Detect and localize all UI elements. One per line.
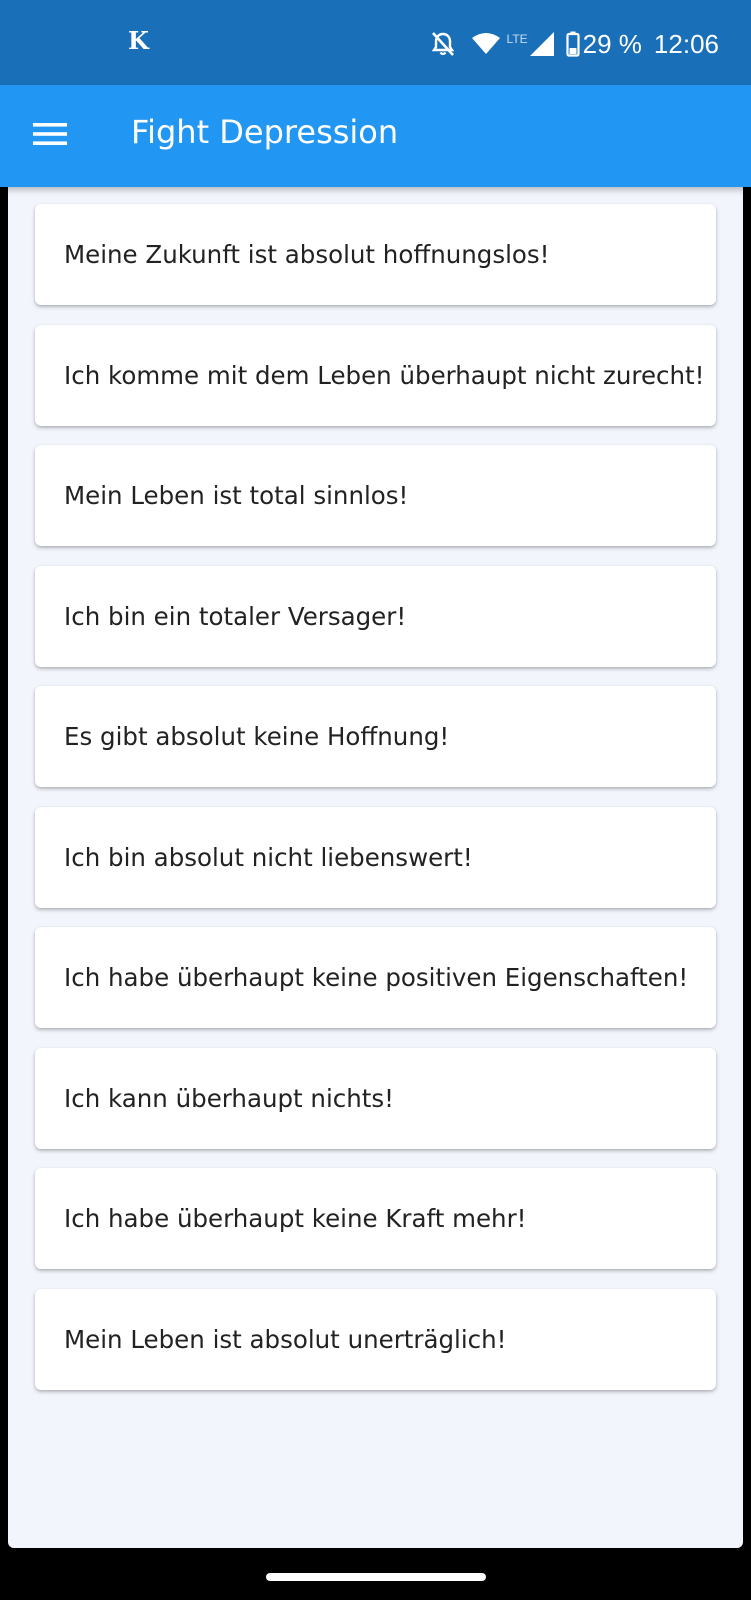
lte-icon: LTE	[506, 32, 528, 46]
hamburger-menu-icon	[33, 121, 67, 151]
status-bar: K LTE 29 % 12:06	[0, 0, 751, 85]
thought-text: Ich habe überhaupt keine positiven Eigen…	[64, 963, 689, 992]
signal-icon	[529, 32, 554, 56]
thought-card[interactable]: Meine Zukunft ist absolut hoffnungslos!	[35, 204, 716, 305]
thought-card[interactable]: Ich habe überhaupt keine positiven Eigen…	[35, 927, 716, 1028]
clock-time: 12:06	[653, 28, 719, 59]
battery-percentage: 29 %	[582, 28, 642, 59]
thought-text: Es gibt absolut keine Hoffnung!	[64, 722, 450, 751]
status-icons: LTE 29 % 12:06	[431, 24, 719, 64]
thought-card[interactable]: Ich habe überhaupt keine Kraft mehr!	[35, 1168, 716, 1269]
thought-text: Mein Leben ist absolut unerträglich!	[64, 1324, 507, 1354]
home-gesture-handle[interactable]	[266, 1573, 486, 1581]
thought-card[interactable]: Mein Leben ist total sinnlos!	[35, 445, 716, 546]
battery-icon	[566, 31, 580, 57]
thought-text: Ich bin absolut nicht liebenswert!	[64, 842, 473, 872]
thought-text: Meine Zukunft ist absolut hoffnungslos!	[64, 240, 550, 269]
app-notification-icon: K	[128, 26, 149, 55]
system-navigation-bar	[0, 1556, 751, 1600]
thought-text: Ich kann überhaupt nichts!	[64, 1083, 394, 1113]
thought-card[interactable]: Ich bin ein totaler Versager!	[35, 565, 716, 667]
menu-button[interactable]	[22, 111, 78, 161]
thought-card[interactable]: Mein Leben ist absolut unerträglich!	[35, 1288, 716, 1390]
thought-list-container[interactable]: Meine Zukunft ist absolut hoffnungslos! …	[8, 187, 743, 1548]
thought-text: Ich bin ein totaler Versager!	[64, 601, 407, 631]
app-bar: Fight Depression	[0, 85, 751, 187]
thought-card[interactable]: Ich komme mit dem Leben überhaupt nicht …	[35, 324, 716, 426]
thought-card[interactable]: Es gibt absolut keine Hoffnung!	[35, 686, 716, 787]
thought-list: Meine Zukunft ist absolut hoffnungslos! …	[35, 204, 716, 1409]
thought-text: Ich komme mit dem Leben überhaupt nicht …	[64, 360, 705, 390]
thought-card[interactable]: Ich kann überhaupt nichts!	[35, 1047, 716, 1149]
thought-text: Ich habe überhaupt keine Kraft mehr!	[64, 1204, 527, 1233]
wifi-icon	[471, 32, 501, 56]
thought-card[interactable]: Ich bin absolut nicht liebenswert!	[35, 806, 716, 908]
notifications-off-icon	[431, 31, 455, 57]
thought-text: Mein Leben ist total sinnlos!	[64, 481, 409, 510]
app-title: Fight Depression	[131, 113, 399, 151]
